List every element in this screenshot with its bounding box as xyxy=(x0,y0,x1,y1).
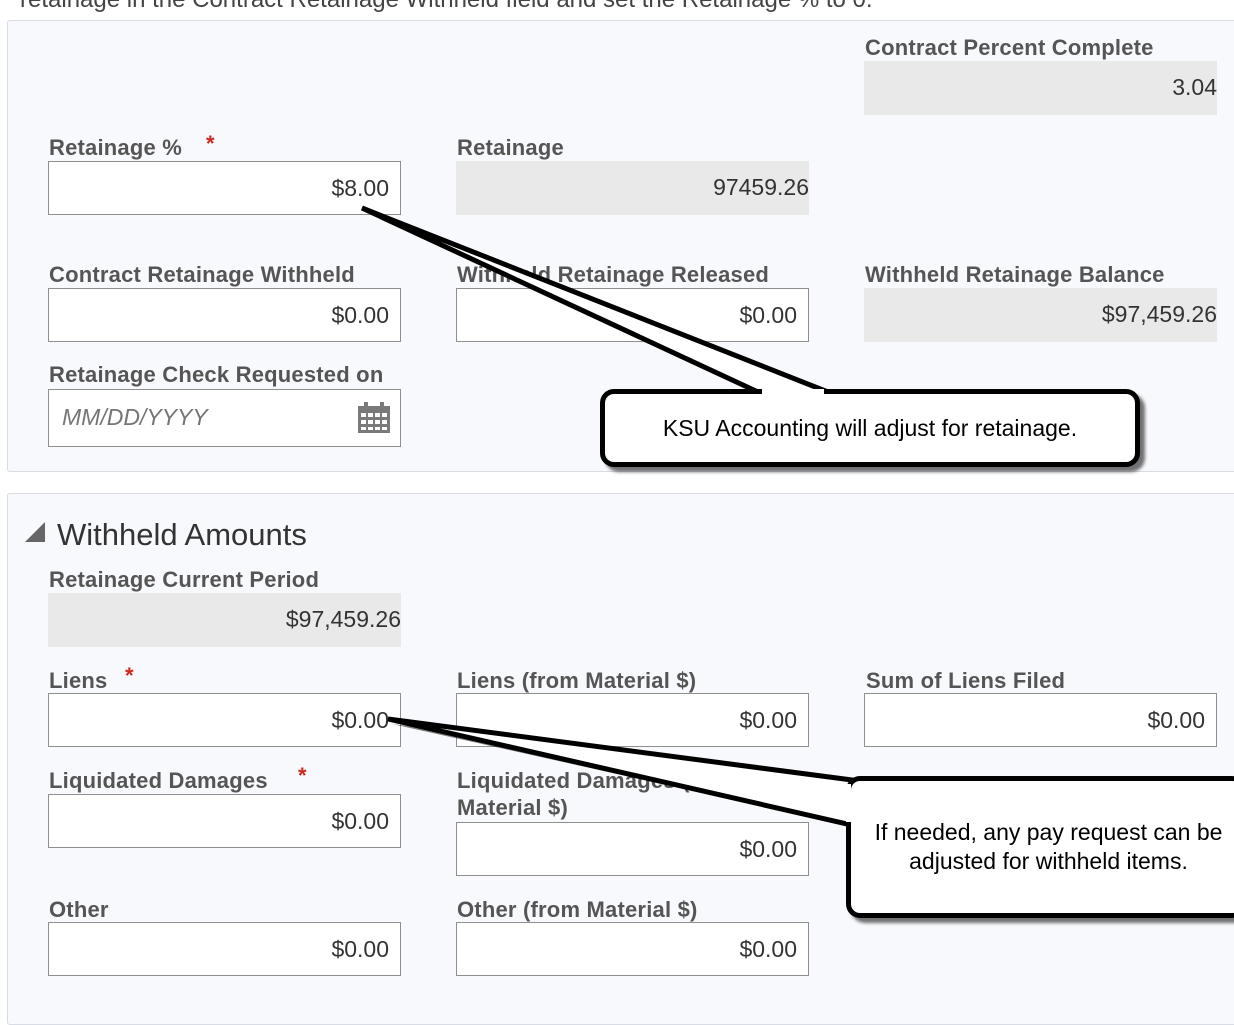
withheld-callout-text-line1: If needed, any pay request can be xyxy=(874,819,1223,845)
withheld-callout-text-line2: adjusted for withheld items. xyxy=(909,848,1188,874)
withheld-callout: If needed, any pay request can be adjust… xyxy=(846,776,1234,918)
retainage-callout-text: KSU Accounting will adjust for retainage… xyxy=(662,415,1078,441)
retainage-callout-pointer xyxy=(360,205,829,395)
retainage-callout: KSU Accounting will adjust for retainage… xyxy=(600,389,1140,467)
withheld-callout-pointer xyxy=(387,716,859,830)
retainage-callout-joint xyxy=(762,389,824,394)
withheld-callout-joint xyxy=(846,784,851,822)
